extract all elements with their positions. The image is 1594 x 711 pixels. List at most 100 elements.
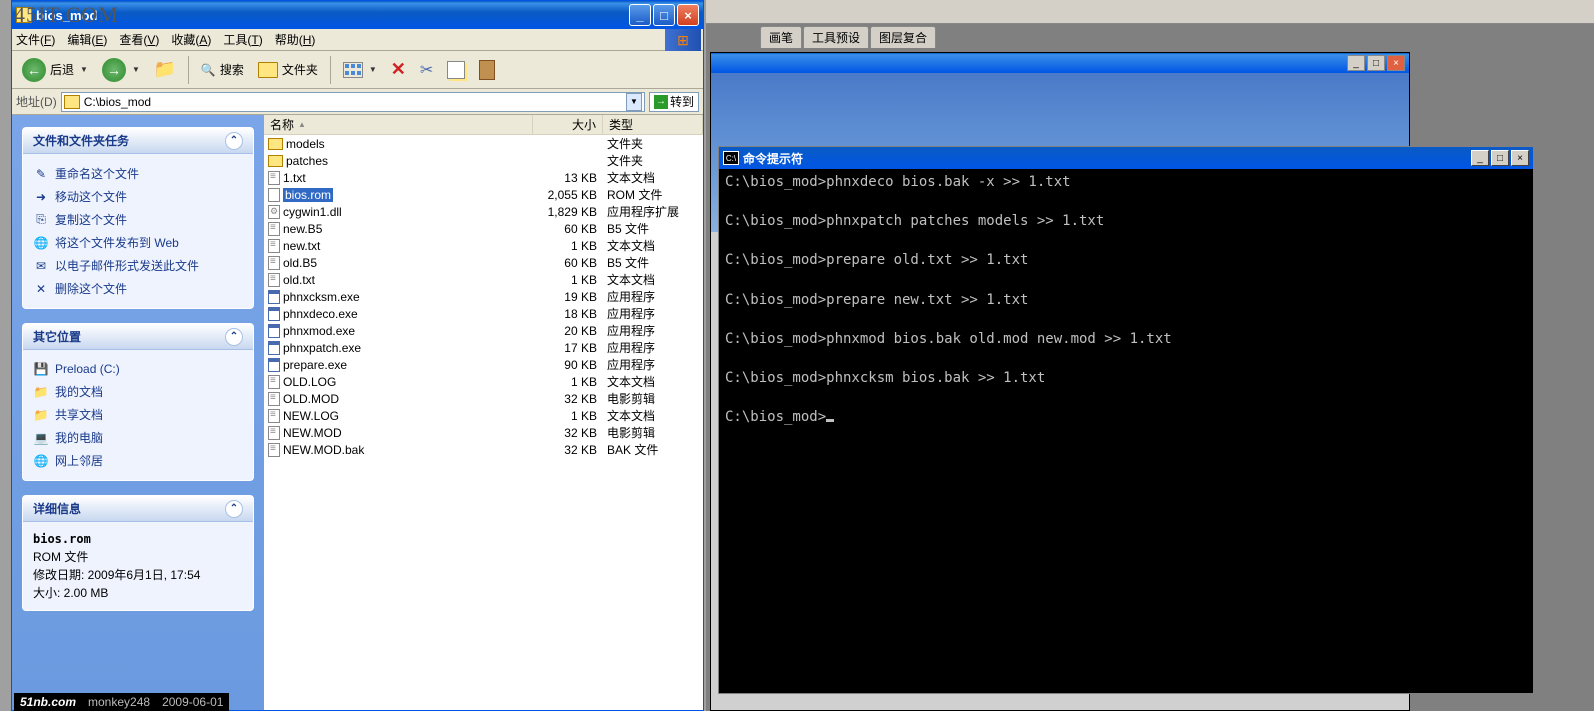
cut-button[interactable]: ✂: [416, 58, 437, 82]
chevron-down-icon[interactable]: ▼: [132, 65, 140, 74]
cmd-titlebar[interactable]: C:\ 命令提示符 _ □ ×: [719, 147, 1533, 169]
forward-button[interactable]: → ▼: [98, 56, 144, 84]
place-item-4[interactable]: 🌐网上邻居: [33, 449, 243, 472]
menu-a[interactable]: 收藏(A): [171, 31, 211, 48]
cmd-output[interactable]: C:\bios_mod>phnxdeco bios.bak -x >> 1.tx…: [719, 169, 1533, 693]
task-item-5[interactable]: ✕删除这个文件: [33, 277, 243, 300]
ps-tab-brush[interactable]: 画笔: [760, 26, 802, 48]
minimize-button[interactable]: _: [629, 4, 651, 26]
ps-tab-layer-comps[interactable]: 图层复合: [870, 26, 936, 48]
address-dropdown[interactable]: ▼: [626, 93, 642, 111]
address-input[interactable]: C:\bios_mod ▼: [61, 92, 645, 112]
view-button[interactable]: ▼: [339, 60, 381, 80]
file-row[interactable]: 1.txt13 KB文本文档: [264, 169, 703, 186]
file-row[interactable]: old.txt1 KB文本文档: [264, 271, 703, 288]
menu-v[interactable]: 查看(V): [119, 31, 159, 48]
menu-f[interactable]: 文件(F): [16, 31, 55, 48]
file-row[interactable]: models文件夹: [264, 135, 703, 152]
folder-icon: [16, 7, 32, 23]
cmd-window: C:\ 命令提示符 _ □ × C:\bios_mod>phnxdeco bio…: [718, 146, 1534, 694]
up-icon: 📁: [154, 59, 176, 81]
close-button[interactable]: ×: [677, 4, 699, 26]
ps-doc-close[interactable]: ×: [1387, 55, 1405, 71]
file-row[interactable]: OLD.LOG1 KB文本文档: [264, 373, 703, 390]
ps-tab-tool-presets[interactable]: 工具预设: [803, 26, 869, 48]
back-button[interactable]: ← 后退 ▼: [18, 56, 92, 84]
file-type: 电影剪辑: [603, 390, 703, 407]
file-type: 文本文档: [603, 271, 703, 288]
file-name: OLD.MOD: [283, 392, 339, 406]
cmd-close[interactable]: ×: [1511, 150, 1529, 166]
column-type[interactable]: 类型: [603, 115, 703, 134]
collapse-icon[interactable]: ⌃: [225, 500, 243, 518]
collapse-icon[interactable]: ⌃: [225, 328, 243, 346]
menu-h[interactable]: 帮助(H): [275, 31, 316, 48]
file-row[interactable]: new.txt1 KB文本文档: [264, 237, 703, 254]
file-row[interactable]: phnxdeco.exe18 KB应用程序: [264, 305, 703, 322]
file-row[interactable]: patches文件夹: [264, 152, 703, 169]
paste-button[interactable]: [475, 58, 499, 82]
file-row[interactable]: prepare.exe90 KB应用程序: [264, 356, 703, 373]
chevron-down-icon[interactable]: ▼: [80, 65, 88, 74]
tasks-panel: 文件和文件夹任务 ⌃ ✎重命名这个文件➜移动这个文件⎘复制这个文件🌐将这个文件发…: [22, 127, 254, 309]
task-label: 移动这个文件: [55, 188, 127, 205]
file-row[interactable]: old.B560 KBB5 文件: [264, 254, 703, 271]
menu-e[interactable]: 编辑(E): [67, 31, 107, 48]
place-item-2[interactable]: 📁共享文档: [33, 403, 243, 426]
scissors-icon: ✂: [420, 60, 433, 80]
file-row[interactable]: NEW.LOG1 KB文本文档: [264, 407, 703, 424]
chevron-down-icon[interactable]: ▼: [369, 65, 377, 74]
file-row[interactable]: new.B560 KBB5 文件: [264, 220, 703, 237]
place-item-0[interactable]: 💾Preload (C:): [33, 358, 243, 380]
menu-t[interactable]: 工具(T): [223, 31, 262, 48]
ps-doc-maximize[interactable]: □: [1367, 55, 1385, 71]
task-item-4[interactable]: ✉以电子邮件形式发送此文件: [33, 254, 243, 277]
file-size: 18 KB: [533, 307, 603, 321]
task-item-3[interactable]: 🌐将这个文件发布到 Web: [33, 231, 243, 254]
task-item-0[interactable]: ✎重命名这个文件: [33, 162, 243, 185]
file-row[interactable]: NEW.MOD.bak32 KBBAK 文件: [264, 441, 703, 458]
paste-icon: [479, 60, 495, 80]
up-button[interactable]: 📁: [150, 57, 180, 83]
details-body: bios.rom ROM 文件 修改日期: 2009年6月1日, 17:54 大…: [23, 522, 253, 610]
column-name[interactable]: 名称▲: [264, 115, 533, 134]
file-row[interactable]: NEW.MOD32 KB电影剪辑: [264, 424, 703, 441]
ps-doc-minimize[interactable]: _: [1347, 55, 1365, 71]
tasks-header[interactable]: 文件和文件夹任务 ⌃: [23, 128, 253, 154]
task-icon: 🌐: [33, 235, 49, 251]
folder-icon: [268, 155, 283, 167]
file-row[interactable]: phnxpatch.exe17 KB应用程序: [264, 339, 703, 356]
cmd-minimize[interactable]: _: [1471, 150, 1489, 166]
task-item-1[interactable]: ➜移动这个文件: [33, 185, 243, 208]
file-list: 名称▲ 大小 类型 models文件夹patches文件夹1.txt13 KB文…: [264, 115, 703, 710]
file-size: 32 KB: [533, 392, 603, 406]
delete-button[interactable]: ✕: [387, 57, 410, 82]
details-header[interactable]: 详细信息 ⌃: [23, 496, 253, 522]
task-icon: 💾: [33, 361, 49, 377]
task-icon: ✎: [33, 166, 49, 182]
place-item-3[interactable]: 💻我的电脑: [33, 426, 243, 449]
file-row[interactable]: phnxmod.exe20 KB应用程序: [264, 322, 703, 339]
file-name: phnxdeco.exe: [283, 307, 358, 321]
column-size[interactable]: 大小: [533, 115, 603, 134]
cmd-maximize[interactable]: □: [1491, 150, 1509, 166]
file-row[interactable]: bios.rom2,055 KBROM 文件: [264, 186, 703, 203]
file-size: 1,829 KB: [533, 205, 603, 219]
file-name: new.B5: [283, 222, 322, 236]
exe-icon: [268, 290, 280, 304]
places-header[interactable]: 其它位置 ⌃: [23, 324, 253, 350]
search-button[interactable]: 🔍 搜索: [197, 59, 248, 80]
task-item-2[interactable]: ⎘复制这个文件: [33, 208, 243, 231]
file-row[interactable]: phnxcksm.exe19 KB应用程序: [264, 288, 703, 305]
footer-site: 51nb.com: [20, 695, 76, 709]
copy-button[interactable]: [443, 59, 469, 81]
file-row[interactable]: cygwin1.dll1,829 KB应用程序扩展: [264, 203, 703, 220]
file-row[interactable]: OLD.MOD 32 KB电影剪辑: [264, 390, 703, 407]
maximize-button[interactable]: □: [653, 4, 675, 26]
collapse-icon[interactable]: ⌃: [225, 132, 243, 150]
ps-doc-titlebar[interactable]: _ □ ×: [711, 53, 1409, 73]
go-button[interactable]: → 转到: [649, 92, 699, 112]
explorer-titlebar[interactable]: bios_mod _ □ ×: [12, 1, 703, 29]
folders-button[interactable]: 文件夹: [254, 59, 322, 80]
place-item-1[interactable]: 📁我的文档: [33, 380, 243, 403]
